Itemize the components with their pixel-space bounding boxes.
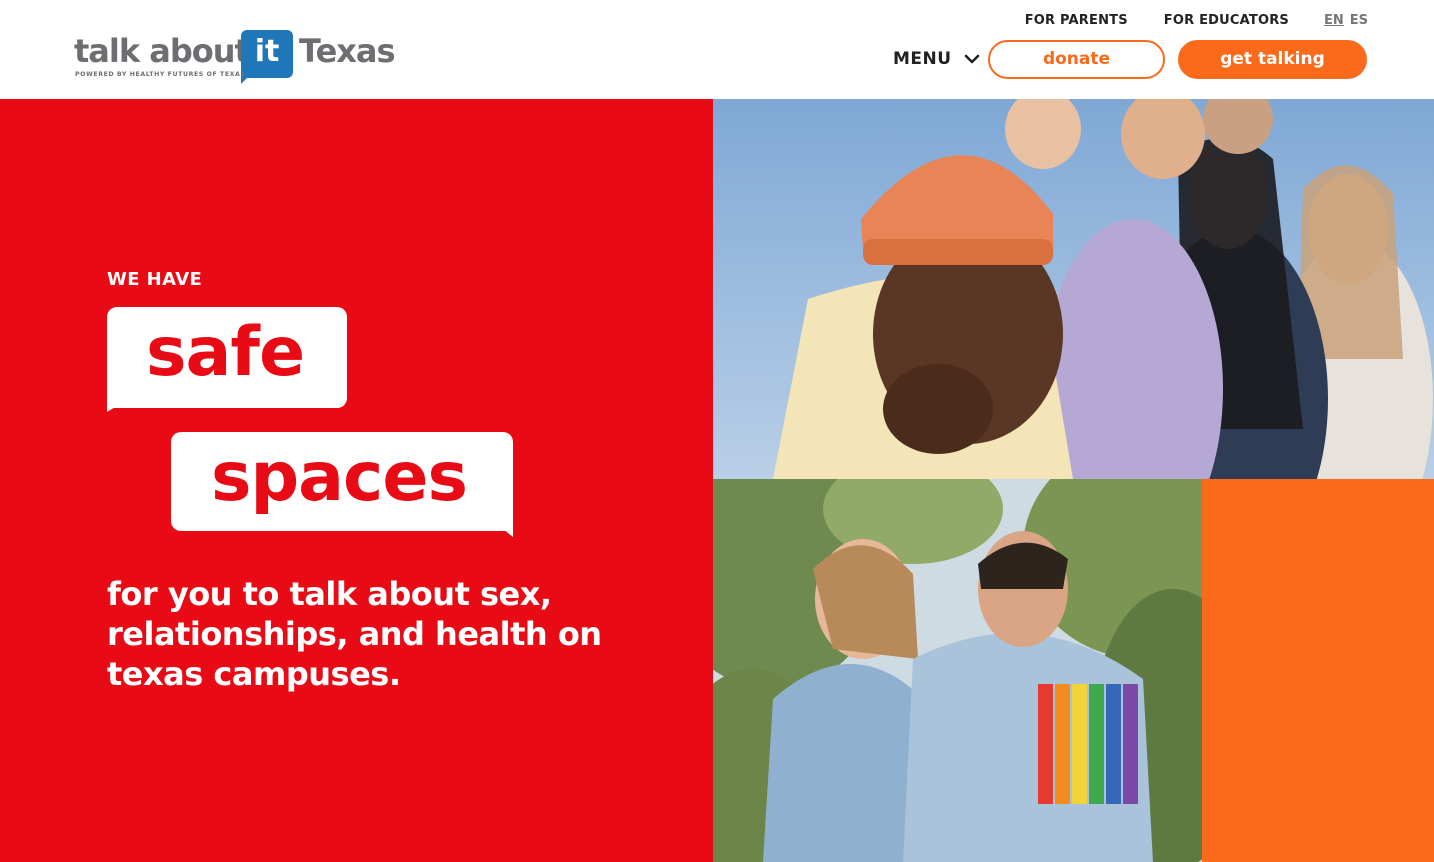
orange-accent-panel [1202, 479, 1434, 862]
logo-wordmark: talk about [74, 32, 250, 70]
donate-button[interactable]: donate [988, 40, 1165, 79]
hero-word-spaces: spaces [211, 438, 468, 517]
menu-label: MENU [893, 49, 952, 69]
chevron-down-icon [964, 54, 979, 64]
language-switcher: EN ES [1324, 13, 1368, 28]
hero-panel: WE HAVE safe spaces for you to talk abou… [0, 99, 713, 862]
site-logo[interactable]: talk about it Texas POWERED BY HEALTHY F… [74, 30, 396, 82]
site-header: talk about it Texas POWERED BY HEALTHY F… [0, 0, 1434, 99]
speech-bubble-spaces: spaces [171, 432, 513, 531]
logo-tagline: POWERED BY HEALTHY FUTURES OF TEXAS [75, 71, 246, 78]
speech-bubble-safe: safe [107, 307, 347, 408]
logo-state-name: Texas [299, 32, 396, 70]
nav-link-for-parents[interactable]: FOR PARENTS [1025, 13, 1128, 28]
group-teens-photo [713, 99, 1434, 479]
couple-denim-photo [713, 479, 1202, 862]
hero-word-safe: safe [146, 313, 305, 392]
logo-speech-bubble-mark: it [241, 30, 293, 78]
lang-es-link[interactable]: ES [1350, 13, 1368, 28]
menu-toggle[interactable]: MENU [893, 49, 981, 69]
get-talking-button[interactable]: get talking [1178, 40, 1367, 79]
lang-en-link[interactable]: EN [1324, 13, 1344, 28]
nav-link-for-educators[interactable]: FOR EDUCATORS [1164, 13, 1289, 28]
hero-description: for you to talk about sex, relationships… [107, 575, 602, 693]
hero-eyebrow: WE HAVE [107, 269, 203, 290]
utility-nav: FOR PARENTS FOR EDUCATORS EN ES [989, 13, 1368, 28]
